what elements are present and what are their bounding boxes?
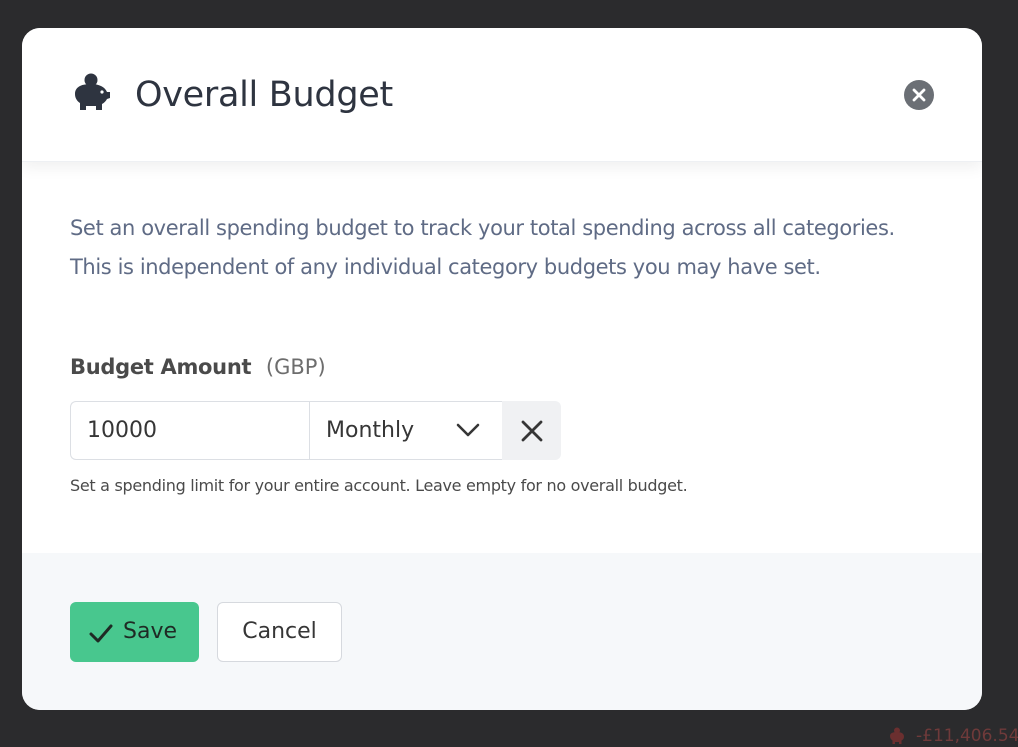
chevron-down-icon <box>456 423 480 437</box>
save-button-label: Save <box>123 619 178 644</box>
modal-body: Set an overall spending budget to track … <box>22 161 982 553</box>
modal-title: Overall Budget <box>135 75 393 115</box>
modal-header: Overall Budget <box>22 28 982 162</box>
close-icon <box>912 88 926 102</box>
period-select[interactable]: Monthly <box>309 401 503 460</box>
modal-description: Set an overall spending budget to track … <box>70 216 895 279</box>
budget-input-group: Monthly <box>70 401 561 460</box>
modal-footer: Save Cancel <box>22 553 982 710</box>
piggy-bank-icon <box>75 73 110 110</box>
close-button[interactable] <box>904 80 934 110</box>
clear-amount-button[interactable] <box>502 401 561 460</box>
currency-unit: (GBP) <box>265 355 326 379</box>
budget-amount-label: Budget Amount (GBP) <box>70 352 326 382</box>
budget-help-text: Set a spending limit for your entire acc… <box>70 476 688 495</box>
budget-amount-input[interactable] <box>70 401 309 460</box>
budget-amount-label-text: Budget Amount <box>70 355 252 379</box>
checkmark-icon <box>89 624 113 643</box>
close-icon <box>521 420 543 442</box>
piggy-bank-icon <box>890 727 904 744</box>
cancel-button[interactable]: Cancel <box>217 602 342 662</box>
cancel-button-label: Cancel <box>242 619 317 644</box>
save-button[interactable]: Save <box>70 602 199 662</box>
period-select-value: Monthly <box>326 418 415 443</box>
background-amount: -£11,406.54 <box>916 726 1018 746</box>
overall-budget-modal: Overall Budget Set an overall spending b… <box>22 28 982 710</box>
